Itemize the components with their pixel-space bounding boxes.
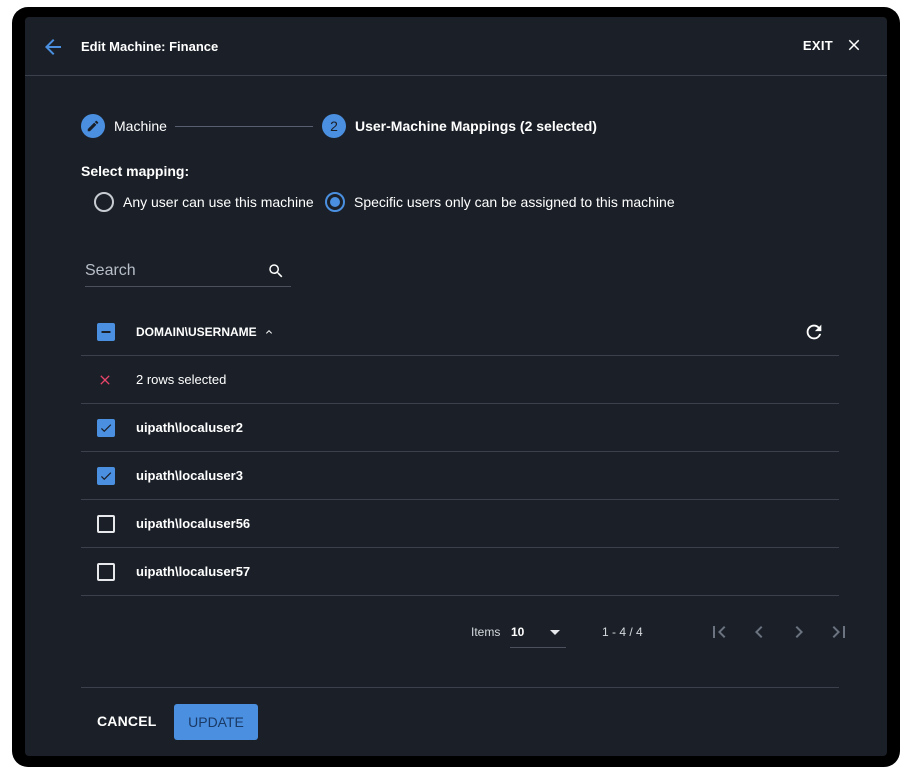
radio-button[interactable] [94,192,114,212]
step-mappings-label[interactable]: User-Machine Mappings (2 selected) [355,118,597,134]
last-page-icon[interactable] [827,620,851,644]
footer-divider [81,687,839,688]
paginator: Items 10 1 - 4 / 4 [81,612,845,652]
items-per-page-label: Items [471,625,501,639]
table-row[interactable]: uipath\localuser57 [81,548,839,596]
row-checkbox-checked[interactable] [97,467,115,485]
previous-page-icon[interactable] [747,620,771,644]
column-header-username[interactable]: DOMAIN\USERNAME [136,325,275,339]
step-machine-label[interactable]: Machine [114,118,167,134]
step-machine-circle[interactable] [81,114,105,138]
refresh-icon[interactable] [803,321,825,343]
search-box [85,255,291,287]
step-mappings-circle[interactable]: 2 [322,114,346,138]
sort-ascending-icon [265,329,272,334]
exit-button[interactable]: EXIT [803,36,863,54]
username-cell: uipath\localuser57 [136,564,251,579]
exit-label: EXIT [802,37,833,53]
radio-specific-users-label: Specific users only can be assigned to t… [354,194,675,210]
update-button[interactable]: UPDATE [174,704,258,740]
pencil-icon [87,120,99,132]
table-row[interactable]: uipath\localuser56 [81,500,839,548]
search-input[interactable] [85,261,255,281]
radio-button-selected[interactable] [325,192,345,212]
username-cell: uipath\localuser3 [136,468,243,483]
dialog-title: Edit Machine: Finance [81,39,219,54]
stepper: Machine 2 User-Machine Mappings (2 selec… [81,114,801,138]
username-cell: uipath\localuser2 [136,420,243,435]
select-mapping-label: Select mapping: [81,163,190,179]
row-checkbox[interactable] [97,563,115,581]
selection-count-text: 2 rows selected [136,372,227,387]
step-connector [175,126,313,127]
page-size-select[interactable]: 10 [510,616,566,648]
back-arrow-icon[interactable] [41,35,65,59]
column-header-label: DOMAIN\USERNAME [136,324,257,339]
radio-specific-users[interactable]: Specific users only can be assigned to t… [325,192,675,212]
username-cell: uipath\localuser56 [136,516,251,531]
clear-selection-icon[interactable] [97,372,113,388]
first-page-icon[interactable] [707,620,731,644]
table-header-row: DOMAIN\USERNAME [81,308,839,356]
close-icon [848,39,860,51]
radio-any-user[interactable]: Any user can use this machine [94,192,314,212]
radio-any-user-label: Any user can use this machine [123,194,314,210]
dialog-header: Edit Machine: Finance EXIT [25,17,887,76]
page-range-label: 1 - 4 / 4 [602,625,643,639]
edit-machine-dialog: Edit Machine: Finance EXIT Machine 2 Use… [25,17,887,756]
selection-row: 2 rows selected [81,356,839,404]
table-row[interactable]: uipath\localuser3 [81,452,839,500]
dropdown-caret-icon [550,630,560,635]
select-all-checkbox[interactable] [97,323,115,341]
search-icon[interactable] [267,262,285,280]
users-table: DOMAIN\USERNAME 2 rows selected uipath\l… [81,308,839,596]
row-checkbox[interactable] [97,515,115,533]
table-row[interactable]: uipath\localuser2 [81,404,839,452]
cancel-button[interactable]: CANCEL [97,713,157,729]
next-page-icon[interactable] [787,620,811,644]
page-size-value: 10 [511,625,525,639]
row-checkbox-checked[interactable] [97,419,115,437]
